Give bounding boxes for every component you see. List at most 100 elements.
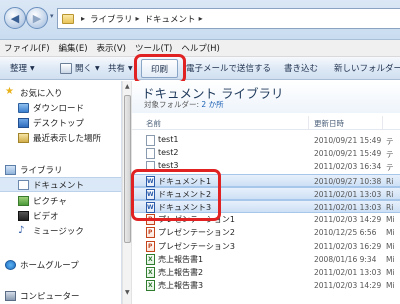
file-date: 2011/02/01 13:03 (314, 189, 382, 199)
library-header: ドキュメント ライブラリ 対象フォルダー: 2 か所 (132, 81, 400, 113)
powerpoint-file-icon (146, 214, 155, 226)
menu-tools[interactable]: ツール(T) (135, 42, 172, 54)
back-button[interactable]: ◀ (4, 7, 26, 29)
file-date: 2010/12/25 6:56 (314, 228, 377, 238)
file-row[interactable]: ドキュメント3 2011/02/01 13:03 Ri (132, 200, 400, 213)
scrollbar-thumb[interactable] (124, 95, 131, 243)
library-locations-link[interactable]: 2 か所 (201, 100, 223, 109)
organize-label: 整理 (10, 64, 28, 74)
file-type: Mi (386, 241, 395, 251)
address-field[interactable]: ▸ ライブラリ ▸ ドキュメント ▸ (57, 8, 400, 29)
recent-pages-dropdown-icon[interactable]: ▾ (50, 12, 54, 20)
nav-downloads[interactable]: ダウンロード (0, 100, 121, 115)
menu-help[interactable]: ヘルプ(H) (181, 42, 220, 54)
breadcrumb-libraries[interactable]: ライブラリ (90, 13, 133, 25)
breadcrumb-separator-icon[interactable]: ▸ (81, 14, 85, 23)
file-name: プレゼンテーション1 (158, 215, 235, 225)
nav-desktop[interactable]: デスクトップ (0, 115, 121, 130)
chevron-down-icon: ▼ (30, 64, 35, 72)
library-subtitle-prefix: 対象フォルダー: (144, 100, 200, 109)
file-row[interactable]: 売上報告書1 2008/01/16 9:34 Mi (132, 253, 400, 266)
file-name: 売上報告書3 (158, 281, 204, 291)
breadcrumb-separator-icon[interactable]: ▸ (136, 14, 140, 23)
file-date: 2010/09/21 15:49 (314, 136, 382, 145)
nav-libraries-label: ライブラリ (20, 165, 63, 176)
share-button[interactable]: 共有 ▼ (108, 62, 133, 74)
file-name: test1 (158, 135, 179, 144)
file-name: 売上報告書2 (158, 268, 204, 277)
organize-button[interactable]: 整理 ▼ (10, 62, 35, 74)
burn-button[interactable]: 書き込む (284, 62, 318, 74)
nav-desktop-label: デスクトップ (33, 118, 85, 129)
file-name: test2 (158, 148, 179, 158)
recent-places-icon (18, 132, 29, 143)
nav-pictures[interactable]: ピクチャ (0, 193, 121, 208)
file-type: テ (386, 163, 394, 173)
file-row[interactable]: プレゼンテーション1 2011/02/03 14:29 Mi (132, 213, 400, 226)
breadcrumb-separator-icon[interactable]: ▸ (199, 14, 203, 23)
open-button[interactable]: 開く ▼ (60, 62, 100, 74)
music-note-icon: ♪ (18, 224, 25, 236)
file-row[interactable]: test3 2011/02/03 16:34 テ (132, 160, 400, 173)
email-button[interactable]: 電子メールで送信する (186, 62, 271, 74)
nav-recent-places[interactable]: 最近表示した場所 (0, 130, 121, 145)
file-type: Mi (386, 215, 395, 225)
file-row[interactable]: プレゼンテーション2 2010/12/25 6:56 Mi (132, 226, 400, 239)
file-type: テ (386, 150, 394, 160)
file-name: ドキュメント3 (158, 203, 212, 212)
burn-label: 書き込む (284, 64, 319, 74)
menu-view[interactable]: 表示(V) (97, 42, 126, 54)
file-row[interactable]: プレゼンテーション3 2011/02/03 16:29 Mi (132, 240, 400, 253)
text-file-icon (146, 148, 155, 160)
column-divider[interactable] (308, 116, 309, 129)
file-type: Ri (386, 189, 394, 199)
word-app-icon (60, 62, 72, 74)
file-name: ドキュメント2 (158, 189, 212, 199)
file-row[interactable]: 売上報告書3 2011/02/03 14:29 Mi (132, 279, 400, 292)
column-divider[interactable] (382, 116, 383, 129)
nav-videos[interactable]: ビデオ (0, 208, 121, 223)
print-label: 印刷 (150, 64, 168, 75)
nav-homegroup[interactable]: ホームグループ (0, 257, 121, 272)
nav-favorites[interactable]: ★ お気に入り (0, 85, 121, 100)
menu-file[interactable]: ファイル(F) (4, 42, 50, 54)
menu-bar: ファイル(F) 編集(E) 表示(V) ツール(T) ヘルプ(H) (0, 40, 400, 57)
file-type: Mi (386, 268, 395, 277)
file-row[interactable]: ドキュメント1 2010/09/27 10:38 Ri (132, 173, 400, 187)
file-date: 2011/02/03 16:34 (314, 162, 382, 172)
library-subtitle: 対象フォルダー: 2 か所 (144, 99, 224, 110)
nav-computer[interactable]: コンピューター (0, 288, 121, 303)
file-type: Mi (386, 254, 395, 264)
forward-button[interactable]: ▶ (26, 7, 48, 29)
forward-arrow-icon: ▶ (32, 11, 42, 25)
file-name: ドキュメント1 (158, 176, 212, 186)
file-row[interactable]: test2 2010/09/21 15:49 テ (132, 147, 400, 160)
address-bar: ◀ ▶ ▾ ▸ ライブラリ ▸ ドキュメント ▸ (0, 0, 400, 40)
column-name-header[interactable]: 名前 (146, 118, 161, 129)
menu-edit[interactable]: 編集(E) (59, 42, 88, 54)
file-row[interactable]: 売上報告書2 2011/02/01 13:03 Mi (132, 266, 400, 279)
nav-music[interactable]: ♪ ミュージック (0, 223, 121, 238)
open-label: 開く (75, 64, 93, 74)
column-date-header[interactable]: 更新日時 (314, 118, 344, 129)
file-row[interactable]: test1 2010/09/21 15:49 テ (132, 134, 400, 147)
print-button[interactable]: 印刷 (141, 59, 178, 78)
breadcrumb-documents[interactable]: ドキュメント (145, 13, 196, 25)
scroll-down-icon[interactable]: ▼ (125, 289, 130, 296)
email-label: 電子メールで送信する (186, 64, 272, 74)
scroll-up-icon[interactable]: ▲ (125, 83, 130, 90)
chevron-down-icon: ▼ (128, 64, 133, 72)
word-document-icon (146, 202, 155, 213)
new-folder-button[interactable]: 新しいフォルダー (334, 62, 400, 74)
nav-documents[interactable]: ドキュメント (0, 177, 121, 192)
file-row[interactable]: ドキュメント2 2011/02/01 13:03 Ri (132, 186, 400, 200)
file-name: プレゼンテーション3 (158, 241, 235, 251)
file-date: 2011/02/01 13:03 (314, 203, 382, 212)
homegroup-icon (5, 259, 16, 270)
navigation-scrollbar[interactable]: ▲ ▼ (122, 81, 132, 304)
star-icon: ★ (5, 86, 14, 97)
nav-libraries[interactable]: ライブラリ (0, 162, 121, 177)
excel-file-icon (146, 253, 155, 265)
text-file-icon (146, 161, 155, 173)
desktop-icon (18, 117, 29, 128)
